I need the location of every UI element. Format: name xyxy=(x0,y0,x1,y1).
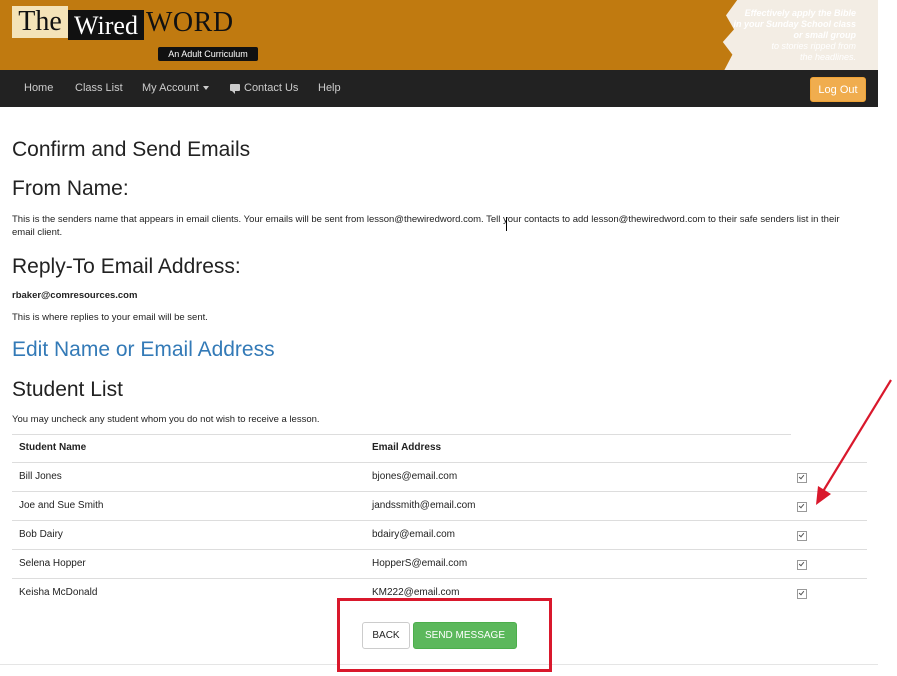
student-checkbox[interactable] xyxy=(797,531,807,541)
student-checkbox[interactable] xyxy=(797,589,807,599)
navbar: Home Class List My Account Contact Us He… xyxy=(0,70,878,107)
arrow-shaft xyxy=(821,379,892,494)
from-name-description: This is the senders name that appears in… xyxy=(12,214,840,238)
student-checkbox[interactable] xyxy=(797,560,807,570)
column-header-student-name: Student Name xyxy=(19,442,87,453)
chat-bubble-icon xyxy=(230,83,240,94)
nav-my-account-label: My Account xyxy=(142,82,199,94)
table-row: Bill Jones bjones@email.com xyxy=(12,462,867,492)
tagline-line: or small group xyxy=(793,30,856,40)
from-name-heading: From Name: xyxy=(12,177,129,200)
student-email: jandssmith@email.com xyxy=(372,500,476,511)
student-email: bdairy@email.com xyxy=(372,529,455,540)
student-email: HopperS@email.com xyxy=(372,558,468,569)
table-row: Bob Dairy bdairy@email.com xyxy=(12,520,867,550)
logo-subtitle: An Adult Curriculum xyxy=(158,47,258,61)
tagline: Effectively apply the Bible in your Sund… xyxy=(696,8,856,63)
student-name: Bob Dairy xyxy=(19,529,63,540)
student-list-description: You may uncheck any student whom you do … xyxy=(12,414,320,425)
student-list-heading: Student List xyxy=(12,378,123,401)
logo-the: The xyxy=(12,6,68,38)
logo-word: WORD xyxy=(146,7,234,38)
column-header-email-address: Email Address xyxy=(372,442,442,453)
student-email: bjones@email.com xyxy=(372,471,458,482)
reply-to-heading: Reply-To Email Address: xyxy=(12,255,241,278)
text-cursor xyxy=(506,217,507,231)
nav-help[interactable]: Help xyxy=(318,70,341,107)
nav-contact-us[interactable]: Contact Us xyxy=(230,70,298,107)
reply-to-description: This is where replies to your email will… xyxy=(12,312,208,323)
header-banner: The Wired WORD An Adult Curriculum Effec… xyxy=(0,0,878,70)
student-name: Selena Hopper xyxy=(19,558,86,569)
logout-button[interactable]: Log Out xyxy=(810,77,866,102)
nav-class-list[interactable]: Class List xyxy=(75,70,123,107)
logo-wired: Wired xyxy=(68,10,144,40)
tagline-line: in your Sunday School class xyxy=(733,19,856,29)
tagline-line: the headlines. xyxy=(799,52,856,62)
student-email: KM222@email.com xyxy=(372,587,460,598)
nav-home[interactable]: Home xyxy=(24,70,53,107)
nav-my-account[interactable]: My Account xyxy=(142,70,209,107)
tagline-line: Effectively apply the Bible xyxy=(744,8,856,18)
annotation-highlight-box xyxy=(337,598,552,672)
table-top-border xyxy=(12,434,791,435)
student-name: Joe and Sue Smith xyxy=(19,500,104,511)
student-name: Bill Jones xyxy=(19,471,62,482)
page-title: Confirm and Send Emails xyxy=(12,138,251,161)
nav-contact-us-label: Contact Us xyxy=(244,82,299,94)
caret-down-icon xyxy=(202,86,209,91)
table-row: Joe and Sue Smith jandssmith@email.com xyxy=(12,491,867,521)
annotation-arrow-icon xyxy=(816,379,892,505)
table-row: Selena Hopper HopperS@email.com xyxy=(12,549,867,579)
student-name: Keisha McDonald xyxy=(19,587,98,598)
tagline-line: to stories ripped from xyxy=(771,41,856,51)
edit-name-email-link[interactable]: Edit Name or Email Address xyxy=(12,338,275,362)
reply-to-email: rbaker@comresources.com xyxy=(12,290,138,301)
